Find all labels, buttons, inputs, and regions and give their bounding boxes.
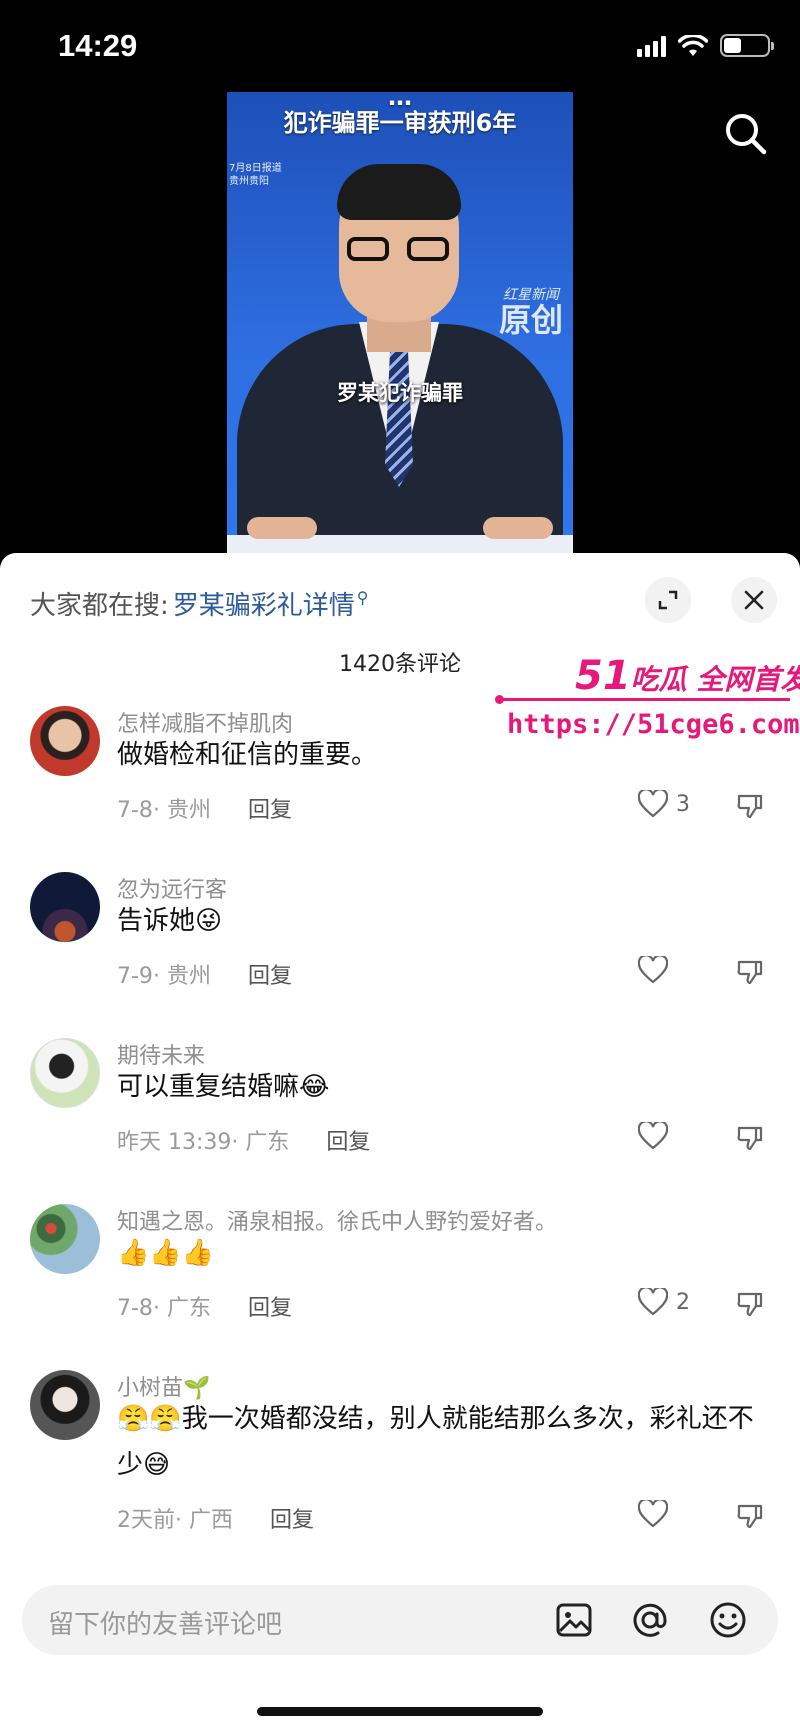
close-button[interactable] bbox=[731, 577, 777, 623]
at-icon[interactable] bbox=[630, 1600, 670, 1640]
heart-icon bbox=[638, 1500, 668, 1528]
heart-icon bbox=[638, 1122, 668, 1150]
comment-meta: 7-8· 贵州 回复 bbox=[117, 798, 292, 823]
heart-icon bbox=[638, 956, 668, 984]
like-button[interactable] bbox=[638, 1500, 676, 1528]
anchor-hand-left bbox=[247, 517, 317, 539]
heart-icon bbox=[638, 1288, 668, 1316]
video-caption: 罗某犯诈骗罪 bbox=[337, 381, 463, 405]
watermark-text: 吃瓜 全网首发 bbox=[630, 663, 800, 696]
hot-search[interactable]: 大家都在搜: 罗某骗彩礼详情 ⚲ bbox=[30, 585, 369, 622]
like-count: 2 bbox=[676, 1289, 690, 1315]
dislike-icon[interactable] bbox=[736, 1502, 764, 1530]
like-button[interactable] bbox=[638, 956, 676, 984]
expand-button[interactable] bbox=[645, 577, 691, 623]
comment-meta: 昨天 13:39· 广东 回复 bbox=[117, 1130, 371, 1155]
comment-date: 7-8 bbox=[117, 1296, 153, 1321]
avatar[interactable] bbox=[30, 1204, 100, 1274]
anchor-glasses bbox=[345, 237, 453, 263]
status-time: 14:29 bbox=[58, 28, 138, 63]
reply-button[interactable]: 回复 bbox=[248, 964, 292, 989]
battery-level bbox=[724, 38, 741, 53]
comment-meta: 7-9· 贵州 回复 bbox=[117, 964, 292, 989]
like-count: 3 bbox=[676, 791, 690, 817]
video-meta-date: 7月8日报道 bbox=[229, 163, 282, 174]
video-title-line1: … bbox=[388, 92, 412, 111]
like-button[interactable] bbox=[638, 1122, 676, 1150]
comment-location: 广东 bbox=[245, 1130, 290, 1155]
comment-location: 广西 bbox=[189, 1508, 234, 1533]
wifi-icon bbox=[678, 34, 708, 56]
anchor-hand-right bbox=[483, 517, 553, 539]
comment-meta: 2天前· 广西 回复 bbox=[117, 1508, 315, 1533]
watermark-num: 51 bbox=[575, 653, 631, 699]
comment-location: 贵州 bbox=[166, 964, 211, 989]
video-logo: 红星新闻 原创 bbox=[498, 287, 563, 340]
heart-icon bbox=[638, 790, 668, 818]
avatar[interactable] bbox=[30, 1370, 100, 1440]
hot-search-label: 大家都在搜: bbox=[30, 591, 169, 621]
dislike-icon[interactable] bbox=[736, 792, 764, 820]
reply-button[interactable]: 回复 bbox=[248, 1296, 292, 1321]
like-button[interactable]: 2 bbox=[638, 1288, 690, 1316]
video-meta: 7月8日报道 贵州贵阳 bbox=[229, 162, 282, 188]
watermark: 51吃瓜 全网首发 https://51cge6.com bbox=[495, 653, 800, 748]
status-bar: 14:29 bbox=[0, 0, 800, 92]
anchor-hair bbox=[337, 164, 461, 220]
comment-input[interactable]: 留下你的友善评论吧 bbox=[22, 1585, 778, 1655]
status-icons bbox=[637, 34, 774, 57]
emoji-icon[interactable] bbox=[708, 1600, 748, 1640]
video-title: … 犯诈骗罪一审获刑6年 bbox=[227, 92, 573, 137]
comment-date: 7-9 bbox=[117, 964, 153, 989]
comment-meta: 7-8· 广东 回复 bbox=[117, 1296, 292, 1321]
comment-text: 告诉她😜 bbox=[117, 906, 223, 936]
comment-text: 😤😤我一次婚都没结，别人就能结那么多次，彩礼还不少😅 bbox=[117, 1404, 754, 1480]
like-button[interactable]: 3 bbox=[638, 790, 690, 818]
comment-date: 2天前 bbox=[117, 1508, 175, 1533]
watermark-title: 51吃瓜 全网首发 bbox=[575, 653, 800, 699]
video-meta-place: 贵州贵阳 bbox=[229, 176, 269, 187]
comment-text: 可以重复结婚嘛😂 bbox=[117, 1072, 330, 1102]
expand-icon bbox=[658, 590, 678, 610]
comment-location: 贵州 bbox=[166, 798, 211, 823]
dislike-icon[interactable] bbox=[736, 1124, 764, 1152]
hot-search-keyword[interactable]: 罗某骗彩礼详情 bbox=[173, 585, 355, 622]
dislike-icon[interactable] bbox=[736, 1290, 764, 1318]
reply-button[interactable]: 回复 bbox=[326, 1130, 370, 1155]
comment-text: 👍👍👍 bbox=[117, 1238, 215, 1268]
dislike-icon[interactable] bbox=[736, 958, 764, 986]
search-icon[interactable] bbox=[722, 110, 770, 158]
watermark-line bbox=[500, 698, 790, 701]
battery-icon bbox=[720, 34, 774, 57]
video-player[interactable]: … 犯诈骗罪一审获刑6年 7月8日报道 贵州贵阳 红星新闻 原创 罗某犯诈骗罪 bbox=[227, 92, 573, 555]
close-icon bbox=[744, 590, 764, 610]
search-small-icon: ⚲ bbox=[356, 588, 369, 607]
video-title-line2: 犯诈骗罪一审获刑6年 bbox=[283, 109, 517, 137]
comment-date: 昨天 13:39 bbox=[117, 1130, 232, 1155]
comment-input-placeholder: 留下你的友善评论吧 bbox=[48, 1610, 283, 1640]
reply-button[interactable]: 回复 bbox=[248, 798, 292, 823]
comment-date: 7-8 bbox=[117, 798, 153, 823]
comment-location: 广东 bbox=[166, 1296, 211, 1321]
cellular-signal-icon bbox=[637, 35, 666, 57]
reply-button[interactable]: 回复 bbox=[270, 1508, 314, 1533]
video-logo-big: 原创 bbox=[498, 301, 563, 340]
avatar[interactable] bbox=[30, 706, 100, 776]
home-indicator[interactable] bbox=[257, 1707, 543, 1716]
avatar[interactable] bbox=[30, 1038, 100, 1108]
image-icon[interactable] bbox=[554, 1600, 594, 1640]
watermark-url: https://51cge6.com bbox=[507, 709, 800, 740]
avatar[interactable] bbox=[30, 872, 100, 942]
